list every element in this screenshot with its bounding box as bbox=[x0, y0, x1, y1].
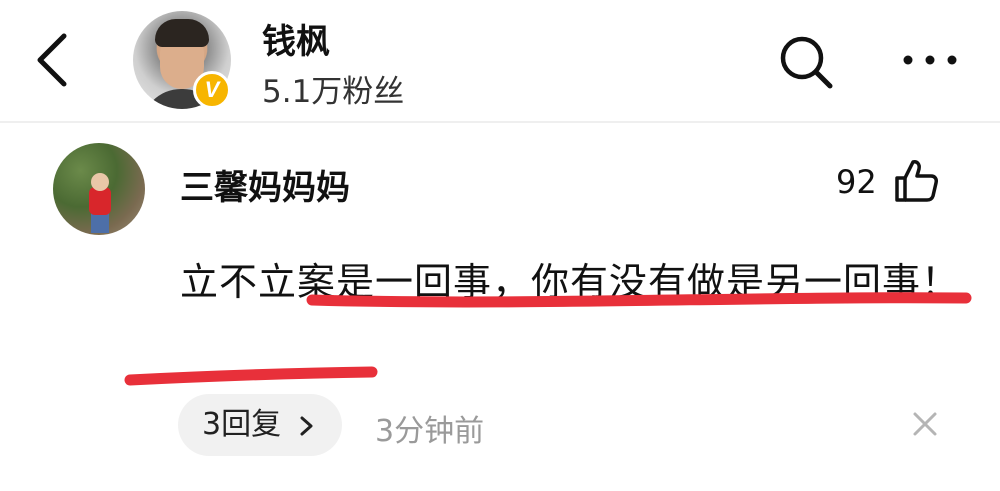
profile-header: V 钱枫 5.1万粉丝 bbox=[0, 0, 1000, 120]
thumbs-up-icon[interactable] bbox=[893, 158, 939, 204]
back-arrow-icon[interactable] bbox=[28, 30, 80, 90]
verified-badge-icon: V bbox=[193, 71, 231, 109]
like-count: 92 bbox=[836, 163, 877, 201]
more-options-icon[interactable] bbox=[900, 46, 960, 74]
commenter-avatar[interactable] bbox=[53, 143, 145, 235]
header-divider bbox=[0, 121, 1000, 123]
comment-timestamp: 3分钟前 bbox=[375, 414, 485, 449]
user-name[interactable]: 钱枫 bbox=[262, 14, 330, 63]
reply-button[interactable]: 3回复 bbox=[178, 394, 342, 456]
close-icon[interactable] bbox=[910, 409, 940, 439]
follower-count: 5.1万粉丝 bbox=[262, 74, 405, 110]
underline-stroke-2 bbox=[124, 366, 378, 386]
chevron-right-icon bbox=[300, 416, 313, 436]
reply-label: 3回复 bbox=[202, 407, 282, 442]
commenter-name[interactable]: 三馨妈妈妈 bbox=[180, 160, 350, 209]
search-icon[interactable] bbox=[776, 32, 836, 92]
comment-text: 立不立案是一回事，你有没有做是另一回事！ bbox=[180, 260, 961, 304]
